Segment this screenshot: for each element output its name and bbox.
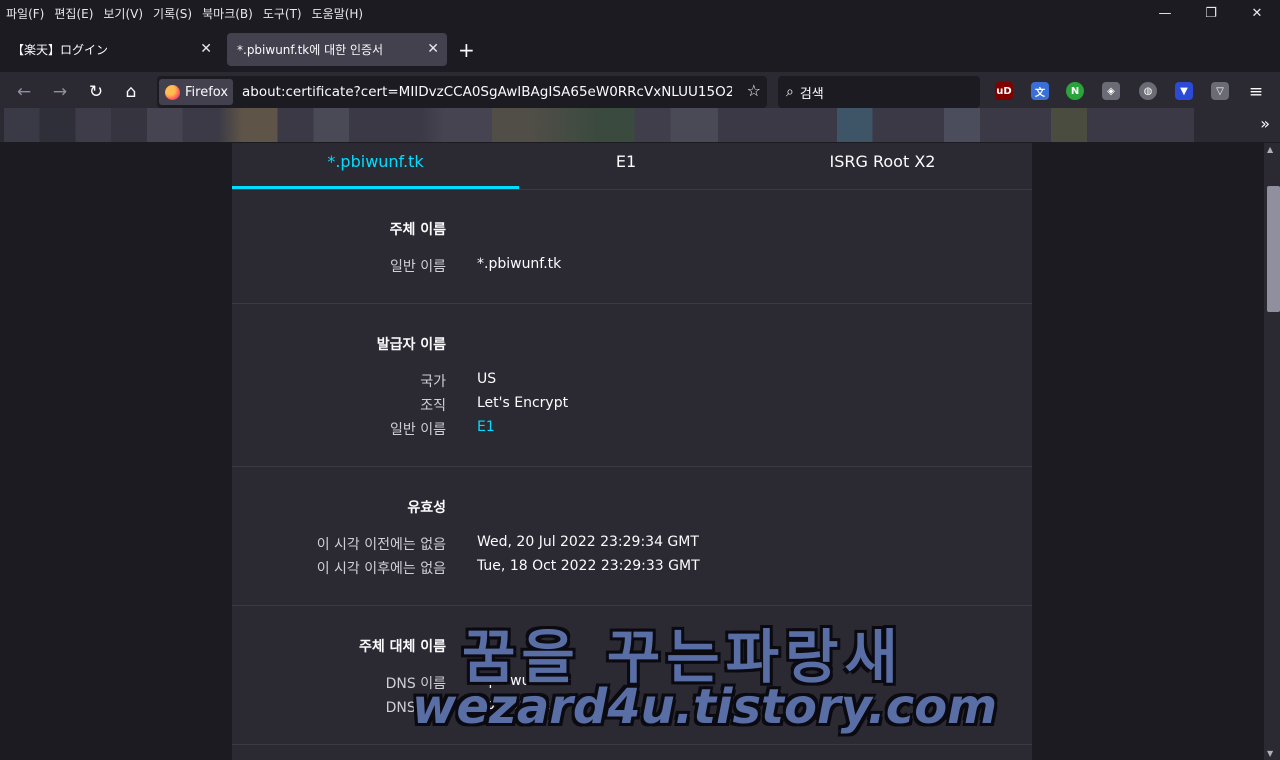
minimize-button[interactable]: — [1142,0,1188,26]
certificate-tabs: *.pbiwunf.tk E1 ISRG Root X2 [232,143,1032,190]
watermark-url: wezard4u.tistory.com [412,679,998,735]
menu-tools[interactable]: 도구(T) [258,5,307,22]
field-value: US [477,371,497,387]
field-row: 일반 이름 E1 [232,419,1032,443]
menu-view[interactable]: 보기(V) [98,5,148,22]
tab-cert-leaf[interactable]: *.pbiwunf.tk [232,143,519,189]
field-label: 일반 이름 [390,259,446,275]
section-title: 주체 대체 이름 [358,639,446,655]
identity-label: Firefox [185,84,229,100]
subject-name-section: 주체 이름 일반 이름 *.pbiwunf.tk [232,189,1032,304]
window-controls: — ❐ ✕ [1142,0,1280,26]
scroll-down-icon[interactable]: ▼ [1267,749,1273,758]
tab-title: *.pbiwunf.tk에 대한 인증서 [237,43,384,57]
new-tab-button[interactable]: + [458,38,475,62]
back-icon[interactable]: ← [10,78,38,106]
window-close-button[interactable]: ✕ [1234,0,1280,26]
navigation-toolbar: ← → ↻ ⌂ Firefox about:certificate?cert=M… [0,72,1280,112]
tab-cert-root[interactable]: ISRG Root X2 [733,143,1032,189]
field-row: 조직 Let's Encrypt [232,395,1032,419]
tab-rakuten-login[interactable]: 【楽天】ログイン ✕ [2,33,220,66]
restore-button[interactable]: ❐ [1188,0,1234,26]
bookmark-star-icon[interactable]: ☆ [747,81,761,100]
menu-bookmarks[interactable]: 북마크(B) [197,5,258,22]
menu-icon[interactable]: ≡ [1242,78,1270,106]
firefox-logo-icon [165,84,180,100]
bookmark-items-blurred[interactable] [4,108,1194,142]
section-title: 발급자 이름 [376,337,446,353]
field-row: 이 시각 이전에는 없음 Wed, 20 Jul 2022 23:29:34 G… [232,534,1032,558]
vpn-icon[interactable]: ▼ [1175,82,1193,100]
search-placeholder: 검색 [799,86,824,102]
privacy-badger-icon[interactable]: ▽ [1211,82,1229,100]
globe-icon[interactable]: ◍ [1139,82,1157,100]
section-title: 주체 이름 [389,222,446,238]
translate-icon[interactable]: 文 [1031,82,1049,100]
search-icon: ⌕ [786,84,794,100]
field-row: 국가 US [232,371,1032,395]
field-label: 일반 이름 [390,422,446,438]
field-row: 이 시각 이후에는 없음 Tue, 18 Oct 2022 23:29:33 G… [232,558,1032,582]
forward-icon[interactable]: → [46,78,74,106]
menu-edit[interactable]: 편집(E) [49,5,98,22]
tab-certificate[interactable]: *.pbiwunf.tk에 대한 인증서 ✕ [227,33,447,66]
scrollbar-thumb[interactable] [1267,186,1280,312]
field-label: 이 시각 이후에는 없음 [316,561,446,577]
shield-icon[interactable]: ◈ [1102,82,1120,100]
issuer-name-section: 발급자 이름 국가 US 조직 Let's Encrypt 일반 이름 E1 [232,304,1032,467]
reload-icon[interactable]: ↻ [82,78,110,106]
menu-bar: 파일(F) 편집(E) 보기(V) 기록(S) 북마크(B) 도구(T) 도움말… [0,0,1280,26]
tab-close-icon[interactable]: ✕ [200,41,212,57]
issuer-link[interactable]: E1 [477,419,495,435]
field-label: 국가 [420,374,446,390]
tab-cert-intermediate[interactable]: E1 [519,143,733,189]
page-content: *.pbiwunf.tk E1 ISRG Root X2 주체 이름 일반 이름… [0,143,1264,760]
field-value: Wed, 20 Jul 2022 23:29:34 GMT [477,534,699,550]
validity-section: 유효성 이 시각 이전에는 없음 Wed, 20 Jul 2022 23:29:… [232,467,1032,606]
ublock-origin-icon[interactable]: uD [995,82,1013,100]
page-scrollbar[interactable]: ▲ ▼ [1264,143,1280,760]
menu-help[interactable]: 도움말(H) [307,5,369,22]
section-title: 유효성 [407,500,446,516]
scroll-up-icon[interactable]: ▲ [1267,145,1273,154]
bookmarks-overflow-icon[interactable]: » [1260,114,1270,133]
menu-history[interactable]: 기록(S) [148,5,197,22]
field-value: *.pbiwunf.tk [477,256,562,272]
menu-file[interactable]: 파일(F) [0,5,49,22]
field-row: 일반 이름 *.pbiwunf.tk [232,256,1032,280]
field-value: Let's Encrypt [477,395,569,411]
tab-title: 【楽天】ログイン [12,43,109,57]
tab-strip: 【楽天】ログイン ✕ *.pbiwunf.tk에 대한 인증서 ✕ + [0,30,1280,70]
field-label: 조직 [420,398,446,414]
url-input[interactable]: about:certificate?cert=MIIDvzCCA0SgAwIBA… [242,76,732,108]
tab-close-icon[interactable]: ✕ [427,41,439,57]
bookmarks-toolbar: » [0,108,1280,142]
field-label: 이 시각 이전에는 없음 [316,537,446,553]
home-icon[interactable]: ⌂ [117,78,145,106]
search-bar[interactable]: ⌕ 검색 [778,76,980,108]
field-value: Tue, 18 Oct 2022 23:29:33 GMT [477,558,700,574]
identity-box[interactable]: Firefox [159,79,233,105]
url-bar[interactable]: Firefox about:certificate?cert=MIIDvzCCA… [157,76,767,108]
n-extension-icon[interactable]: N [1066,82,1084,100]
